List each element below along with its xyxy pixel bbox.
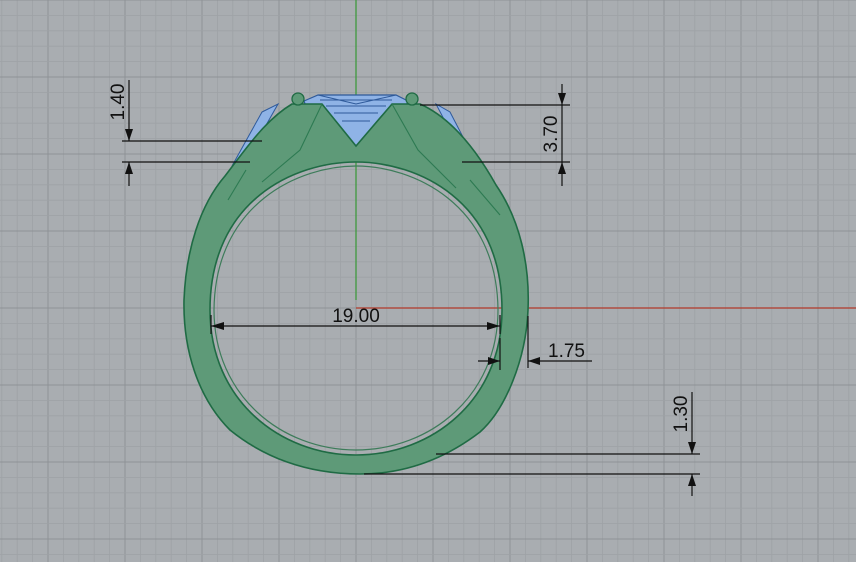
dimension-inner-diameter-label: 19.00 [332,306,380,327]
dimension-head-height-label: 3.70 [541,116,562,153]
right-prong [405,92,419,106]
dimension-bottom-thickness-label: 1.30 [671,396,692,433]
dimension-shank-width[interactable]: 1.75 [478,316,592,370]
viewport-canvas[interactable]: 19.00 1.75 1.30 1.40 3.70 [0,0,856,562]
left-prong [291,92,305,106]
front-viewport[interactable]: 19.00 1.75 1.30 1.40 3.70 [0,0,856,562]
dimension-shank-width-label: 1.75 [548,341,585,362]
dimension-prong-height-label: 1.40 [108,84,129,121]
